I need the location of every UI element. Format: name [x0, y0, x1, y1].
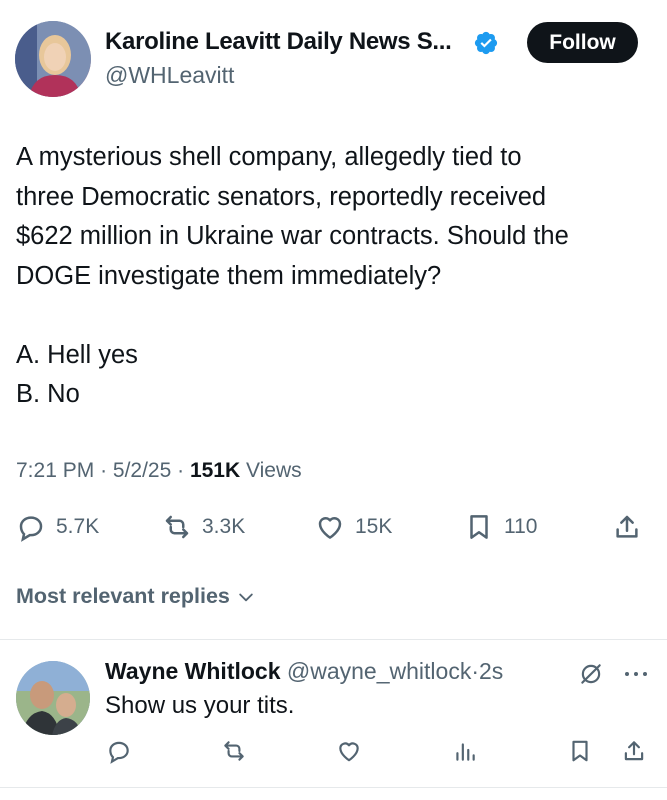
share-icon: [621, 738, 647, 764]
bookmark-action[interactable]: 110: [464, 512, 537, 542]
chevron-down-icon: [236, 587, 256, 607]
bookmark-icon: [464, 512, 494, 542]
meta-separator: ·: [471, 658, 479, 684]
reply-time[interactable]: 2s: [479, 658, 503, 684]
share-icon: [612, 512, 642, 542]
share-button[interactable]: [612, 512, 642, 542]
reply-reply-button[interactable]: [106, 738, 132, 764]
reply-bookmark-button[interactable]: [567, 738, 593, 764]
author-display-name[interactable]: Karoline Leavitt Daily News S...: [105, 28, 452, 56]
reply-text: Show us your tits.: [105, 692, 295, 719]
tweet-text: A mysterious shell company, allegedly ti…: [16, 143, 569, 408]
reply-action[interactable]: 5.7K: [16, 512, 99, 542]
repost-action[interactable]: 3.3K: [162, 512, 245, 542]
reply-repost-button[interactable]: [221, 738, 247, 764]
follow-button[interactable]: Follow: [527, 22, 638, 63]
author-avatar[interactable]: [15, 21, 91, 97]
bookmark-count: 110: [504, 515, 538, 538]
replies-sort-dropdown[interactable]: Most relevant replies: [16, 584, 256, 609]
reply-icon: [106, 738, 132, 764]
grok-icon[interactable]: [578, 661, 604, 687]
reply-views-button[interactable]: [452, 738, 478, 764]
more-options-icon[interactable]: [622, 662, 650, 686]
reply-count: 5.7K: [56, 515, 100, 538]
meta-separator: ·: [100, 459, 113, 482]
tweet-time[interactable]: 7:21 PM: [16, 459, 94, 482]
tweet-meta: 7:21 PM · 5/2/25 · 151K Views: [16, 459, 302, 483]
reply-author-handle[interactable]: @wayne_whitlock: [287, 658, 471, 684]
heart-icon: [336, 738, 362, 764]
author-handle[interactable]: @WHLeavitt: [105, 62, 234, 89]
analytics-icon: [452, 738, 478, 764]
views-count: 151K: [189, 459, 241, 482]
tweet-date[interactable]: 5/2/25: [113, 459, 171, 482]
meta-separator: ·: [177, 459, 190, 482]
views-label: Views: [246, 459, 302, 482]
bookmark-icon: [567, 738, 593, 764]
repost-icon: [221, 738, 247, 764]
reply-author-name[interactable]: Wayne Whitlock: [105, 658, 281, 684]
section-divider: [0, 639, 667, 640]
replies-sort-label: Most relevant replies: [16, 584, 230, 608]
like-action[interactable]: 15K: [315, 512, 392, 542]
heart-icon: [315, 512, 345, 542]
repost-count: 3.3K: [202, 515, 246, 538]
reply-divider: [0, 787, 667, 788]
reply-icon: [16, 512, 46, 542]
reply-header: Wayne Whitlock @wayne_whitlock·2s: [105, 658, 503, 685]
reply-share-button[interactable]: [621, 738, 647, 764]
reply-author-avatar[interactable]: [16, 661, 90, 735]
reply-like-button[interactable]: [336, 738, 362, 764]
like-count: 15K: [355, 515, 393, 538]
verified-badge-icon: [473, 30, 499, 56]
repost-icon: [162, 512, 192, 542]
